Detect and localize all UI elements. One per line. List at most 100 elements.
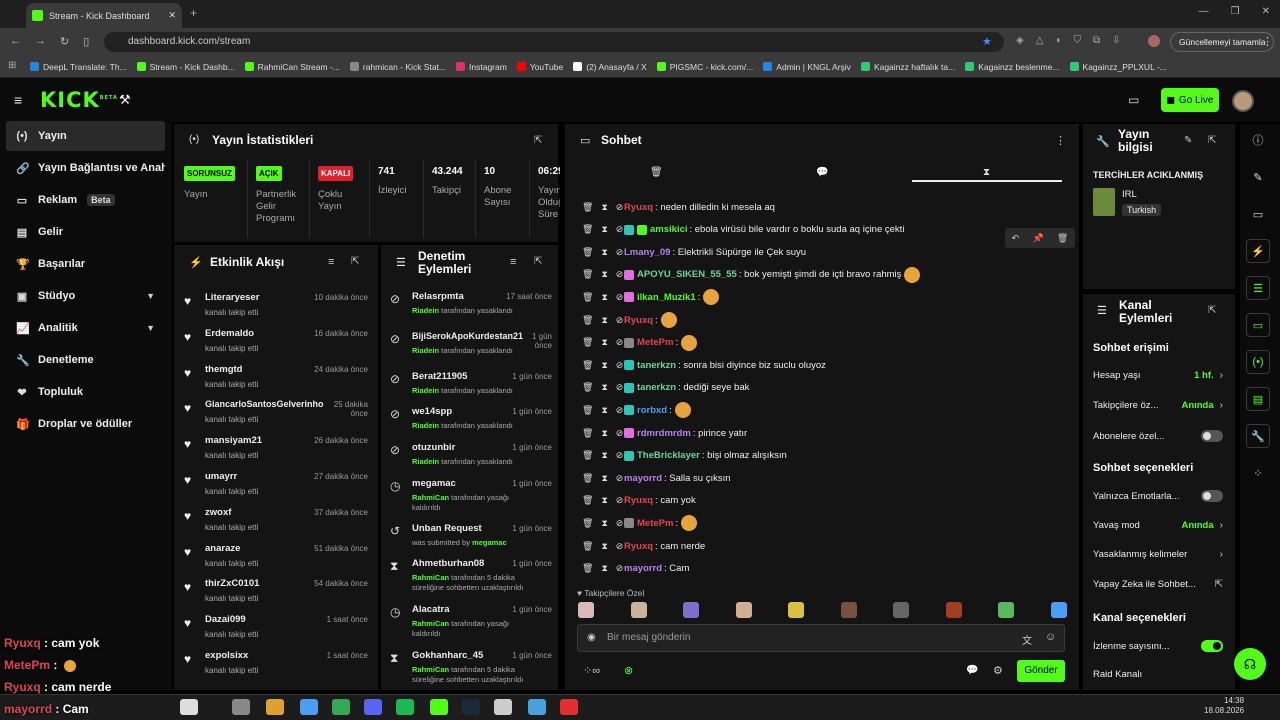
emote-icon[interactable] <box>840 602 857 618</box>
puzzle-icon[interactable]: ⧉ <box>1093 35 1100 46</box>
delete-icon[interactable]: 🗑 <box>582 473 593 484</box>
clock[interactable]: 14:38 18.08.2026 <box>1204 696 1244 716</box>
chat-username[interactable]: Ryuxq <box>624 541 653 552</box>
chat-username[interactable]: ilkan_Muzik1 <box>637 292 696 303</box>
delete-icon[interactable]: 🗑 <box>582 541 593 552</box>
profile-icon[interactable] <box>1148 35 1160 47</box>
delete-icon[interactable]: 🗑 <box>582 518 593 529</box>
chat-username[interactable]: rorbxd <box>637 405 667 416</box>
ban-icon[interactable]: ⊘ <box>616 202 624 213</box>
delete-icon[interactable]: 🗑 <box>582 202 593 213</box>
emote-icon[interactable] <box>893 602 909 618</box>
chat-username[interactable]: TheBricklayer <box>637 450 700 461</box>
broadcast-icon[interactable]: (•) <box>1246 350 1270 374</box>
forward-icon[interactable]: → <box>35 35 46 48</box>
timeout-icon[interactable]: ⧗ <box>601 428 607 439</box>
bookmark-item[interactable]: (2) Anasayfa / X <box>573 62 647 72</box>
filter-icon[interactable]: ≡ <box>328 256 334 268</box>
taskbar-app-icon[interactable] <box>300 699 318 715</box>
delete-icon[interactable]: 🗑 <box>582 292 593 303</box>
minimize-icon[interactable]: — <box>1199 6 1209 17</box>
setting-row[interactable]: Raid Kanalı <box>1093 669 1223 680</box>
list-item[interactable]: ♥ GiancarloSantosGelverinho kanalı takip e… <box>184 397 370 433</box>
shield-icon[interactable]: ⛉ <box>1073 35 1081 46</box>
chat-message[interactable]: 🗑 ⧗ ⊘ ilkan_Muzik1: <box>580 287 1070 307</box>
ban-icon[interactable]: ⊘ <box>616 315 624 326</box>
delete-icon[interactable]: 🗑 <box>582 495 593 506</box>
apps-icon[interactable]: ⊞ <box>8 60 16 71</box>
chat-message[interactable]: 🗑 ⧗ ⊘ Ryuxq: cam yok <box>580 491 1070 511</box>
bookmark-item[interactable]: RahmiCan Stream -... <box>244 62 340 72</box>
list-item[interactable]: ⧗ Ahmetburhan08 RahmiCan tarafından 5 daki… <box>390 557 552 603</box>
bookmark-item[interactable]: PIGSMC - kick.com/... <box>656 62 753 72</box>
popout-icon[interactable]: ⇱ <box>534 135 542 146</box>
download-icon[interactable]: ⇩ <box>1112 35 1120 46</box>
taskbar-app-icon[interactable] <box>364 699 382 715</box>
chat-username[interactable]: rdmrdmrdm <box>637 428 691 439</box>
chat-username[interactable]: amsikici <box>650 224 688 235</box>
list-item[interactable]: ♥ zwoxf kanalı takip etti 37 dakika önce <box>184 505 370 541</box>
chat-message[interactable]: 🗑 ⧗ ⊘ MetePm: <box>580 333 1070 353</box>
emote-icon[interactable] <box>683 602 699 618</box>
setting-control[interactable]: 1 hf. › <box>1194 370 1223 381</box>
list-item[interactable]: ◷ Alacatra RahmiCan tarafından yasağı kald… <box>390 603 552 649</box>
list-item[interactable]: ♥ anaraze kanalı takip etti 51 dakika önce <box>184 541 370 577</box>
emote-icon[interactable] <box>735 602 752 618</box>
ban-icon[interactable]: ⊘ <box>616 247 624 258</box>
popout-icon[interactable]: ⇱ <box>534 256 542 267</box>
ban-icon[interactable]: ⊘ <box>616 450 624 461</box>
toggle-switch[interactable] <box>1201 490 1223 502</box>
setting-row[interactable]: Yalnızca Emotlarla... <box>1093 490 1223 502</box>
sidebar-item-9[interactable]: ❤ Topluluk <box>6 377 165 407</box>
delete-icon[interactable]: 🗑 <box>582 224 593 235</box>
chat-message[interactable]: 🗑 ⧗ ⊘ TheBricklayer: bişi olmaz alışıksın <box>580 446 1070 466</box>
setting-control[interactable] <box>1201 490 1223 502</box>
emote-icon[interactable] <box>945 602 962 618</box>
filter-icon[interactable]: ≡ <box>510 256 516 268</box>
list-item[interactable]: ♥ Dazai099 kanalı takip etti 1 saat önce <box>184 612 370 648</box>
chat-icon[interactable]: ▭ <box>1246 313 1270 337</box>
chat-tab-icon[interactable]: 💬 <box>816 167 828 178</box>
avatar[interactable] <box>1232 90 1254 112</box>
bookmark-item[interactable]: DeepL Translate: Th... <box>30 62 127 72</box>
ban-icon[interactable]: ⊘ <box>616 269 624 280</box>
chat-message[interactable]: 🗑 ⧗ ⊘ rdmrdmrdm: pirince yatır <box>580 423 1070 443</box>
chevron-down-icon[interactable]: ▼ <box>146 291 155 301</box>
list-item[interactable]: ♥ Literaryeser kanalı takip etti 10 dakika … <box>184 290 370 326</box>
chat-icon[interactable]: 💬 <box>966 665 978 676</box>
setting-row[interactable]: Abonelere özel... <box>1093 430 1223 442</box>
delete-icon[interactable]: 🗑 <box>582 563 593 574</box>
chat-message[interactable]: 🗑 ⧗ ⊘ tanerkzn: sonra bisi diyince biz sucl… <box>580 355 1070 375</box>
setting-control[interactable] <box>1201 640 1223 652</box>
chat-message[interactable]: 🗑 ⧗ ⊘ tanerkzn: dediği seye bak <box>580 378 1070 398</box>
popout-icon[interactable]: ⇱ <box>1208 305 1216 316</box>
dots-icon[interactable]: ⁘ <box>1246 461 1270 485</box>
bookmark-item[interactable]: Kagainzz_PPLXUL -... <box>1069 62 1167 72</box>
kick-logo[interactable]: KICKBETA <box>40 88 118 112</box>
chat-username[interactable]: tanerkzn <box>637 360 676 371</box>
ban-icon[interactable]: ⊘ <box>616 292 624 303</box>
new-tab-icon[interactable]: + <box>190 6 197 20</box>
ban-icon[interactable]: ⊘ <box>616 405 624 416</box>
chat-message[interactable]: 🗑 ⧗ ⊘ Ryuxq: <box>580 310 1070 330</box>
browser-tab[interactable]: Stream - Kick Dashboard ✕ <box>26 3 182 28</box>
ban-icon[interactable]: ⊘ <box>616 360 624 371</box>
list-icon[interactable]: ☰ <box>1246 276 1270 300</box>
edit-icon[interactable]: ✎ <box>1184 135 1192 146</box>
chat-username[interactable]: MetePm <box>637 337 673 348</box>
go-live-button[interactable]: ◼ Go Live <box>1161 88 1219 112</box>
timeout-icon[interactable]: ⧗ <box>601 292 607 303</box>
timeout-icon[interactable]: ⧗ <box>601 202 607 213</box>
delete-icon[interactable]: 🗑 <box>582 315 593 326</box>
list-item[interactable]: ♥ thirZxC0101 kanalı takip etti 54 dakika ö… <box>184 576 370 612</box>
chat-message[interactable]: 🗑 ⧗ ⊘ rorbxd: <box>580 400 1070 420</box>
edit-icon[interactable]: ✎ <box>1246 165 1270 189</box>
chat-username[interactable]: Ryuxq <box>624 202 653 213</box>
extension-icon[interactable]: ◗ <box>1055 35 1061 46</box>
list-item[interactable]: ♥ mansiyam21 kanalı takip etti 26 dakika ön… <box>184 433 370 469</box>
bookmark-item[interactable]: Kagainzz beslenme... <box>965 62 1060 72</box>
theater-icon[interactable]: ▭ <box>1246 202 1270 226</box>
list-item[interactable]: ♥ themgtd kanalı takip etti 24 dakika önce <box>184 362 370 398</box>
extension-icon[interactable]: △ <box>1036 35 1044 46</box>
close-tab-icon[interactable]: ✕ <box>168 10 176 21</box>
